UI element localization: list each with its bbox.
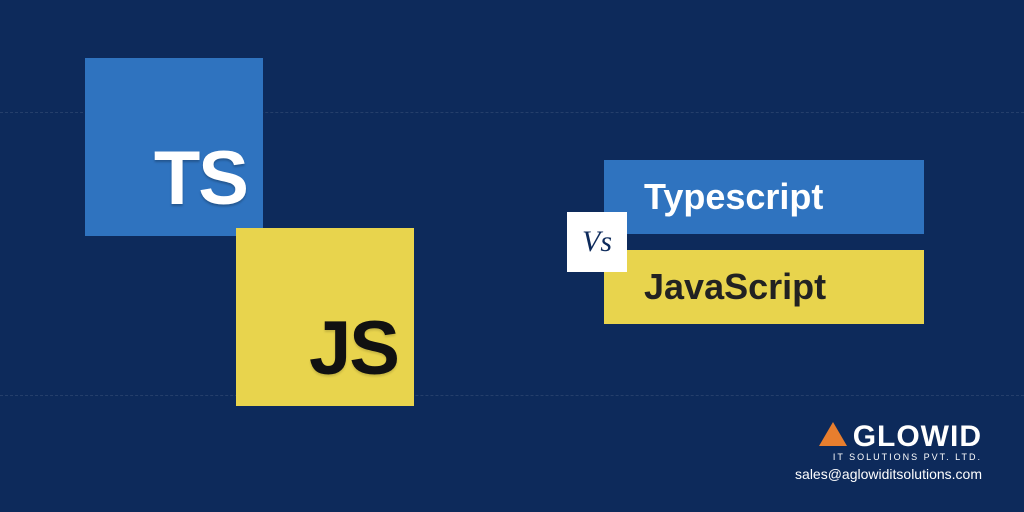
typescript-tile-label: TS — [154, 135, 247, 222]
typescript-label-bar: Typescript — [604, 160, 924, 234]
brand-block: GLOWID IT SOLUTIONS PVT. LTD. sales@aglo… — [795, 420, 982, 482]
divider-line — [0, 395, 1024, 396]
vs-text: Vs — [582, 225, 612, 259]
brand-logo: GLOWID — [795, 420, 982, 454]
javascript-tile: JS — [236, 228, 414, 406]
javascript-tile-label: JS — [309, 305, 398, 392]
brand-subtitle: IT SOLUTIONS PVT. LTD. — [795, 452, 982, 462]
vs-badge: Vs — [567, 212, 627, 272]
typescript-label-text: Typescript — [644, 176, 823, 218]
typescript-tile: TS — [85, 58, 263, 236]
brand-email: sales@aglowiditsolutions.com — [795, 466, 982, 482]
brand-name: GLOWID — [853, 420, 982, 454]
brand-triangle-icon — [819, 422, 847, 446]
javascript-label-text: JavaScript — [644, 266, 826, 308]
javascript-label-bar: JavaScript — [604, 250, 924, 324]
